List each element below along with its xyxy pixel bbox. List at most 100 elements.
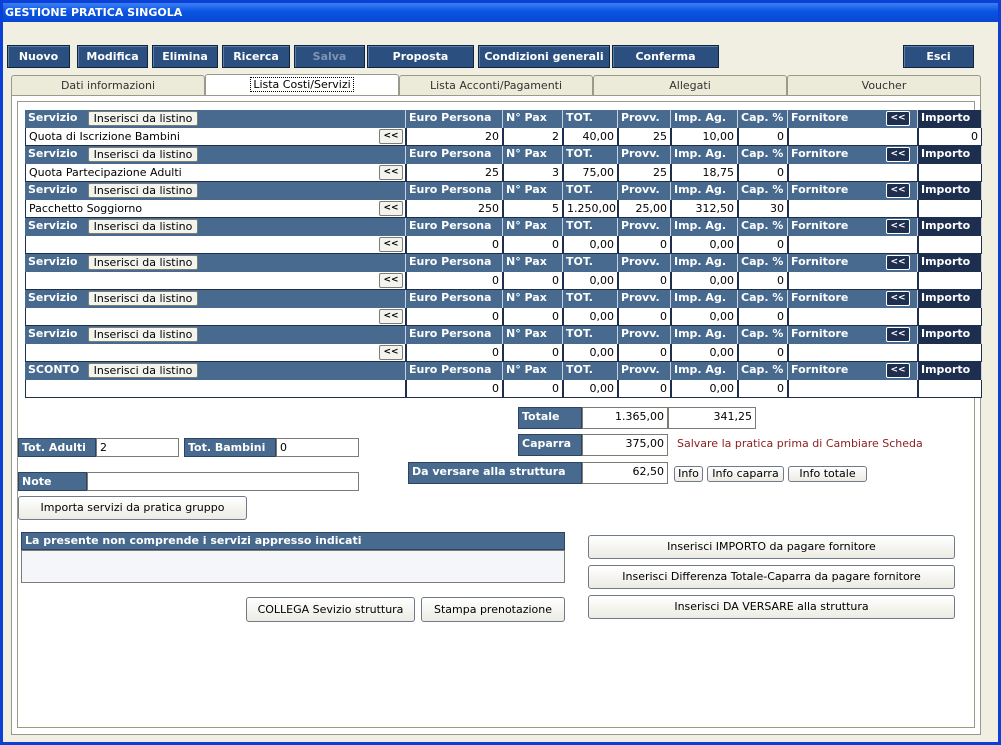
info-totale-button[interactable]: Info totale <box>788 466 867 482</box>
fornitore-select-button[interactable]: << <box>886 183 910 198</box>
n-pax-cell[interactable]: 0 <box>503 344 563 362</box>
n-pax-cell[interactable]: 0 <box>503 272 563 290</box>
fornitore-cell[interactable] <box>788 272 918 290</box>
servizio-select-button[interactable]: << <box>379 201 403 216</box>
caparra-field[interactable]: 375,00 <box>582 434 668 456</box>
inserisci-da-listino-button[interactable]: Inserisci da listino <box>88 219 198 234</box>
fornitore-cell[interactable] <box>788 344 918 362</box>
nuovo-button[interactable]: Nuovo <box>7 45 70 68</box>
fornitore-select-button[interactable]: << <box>886 363 910 378</box>
salva-button[interactable]: Salva <box>294 45 365 68</box>
provv-cell[interactable]: 0 <box>618 380 671 398</box>
inserisci-da-listino-button[interactable]: Inserisci da listino <box>88 111 198 126</box>
servizio-select-button[interactable]: << <box>379 309 403 324</box>
cap-cell[interactable]: 0 <box>738 128 788 146</box>
tot-cell[interactable]: 40,00 <box>563 128 618 146</box>
imp-ag-cell[interactable]: 312,50 <box>671 200 738 218</box>
condizioni-generali-button[interactable]: Condizioni generali <box>478 45 610 68</box>
euro-persona-cell[interactable]: 0 <box>406 236 503 254</box>
imp-ag-cell[interactable]: 0,00 <box>671 344 738 362</box>
inserisci-da-listino-button[interactable]: Inserisci da listino <box>88 147 198 162</box>
proposta-button[interactable]: Proposta <box>367 45 474 68</box>
servizio-select-button[interactable]: << <box>379 165 403 180</box>
esci-button[interactable]: Esci <box>903 45 974 68</box>
tot-cell[interactable]: 0,00 <box>563 236 618 254</box>
euro-persona-cell[interactable]: 0 <box>406 344 503 362</box>
cap-cell[interactable]: 0 <box>738 380 788 398</box>
euro-persona-cell[interactable]: 25 <box>406 164 503 182</box>
fornitore-select-button[interactable]: << <box>886 147 910 162</box>
provv-cell[interactable]: 0 <box>618 308 671 326</box>
servizio-name-cell[interactable]: Pacchetto Soggiorno <box>25 200 406 218</box>
fornitore-select-button[interactable]: << <box>886 291 910 306</box>
imp-ag-cell[interactable]: 0,00 <box>671 380 738 398</box>
fornitore-cell[interactable] <box>788 128 918 146</box>
servizio-select-button[interactable]: << <box>379 273 403 288</box>
euro-persona-cell[interactable]: 0 <box>406 272 503 290</box>
imp-ag-cell[interactable]: 18,75 <box>671 164 738 182</box>
imp-ag-cell[interactable]: 0,00 <box>671 308 738 326</box>
inserisci-da-listino-button[interactable]: Inserisci da listino <box>88 183 198 198</box>
tab-voucher[interactable]: Voucher <box>787 75 981 96</box>
n-pax-cell[interactable]: 0 <box>503 236 563 254</box>
provv-cell[interactable]: 25 <box>618 164 671 182</box>
provv-cell[interactable]: 25 <box>618 128 671 146</box>
importo-cell[interactable] <box>918 164 982 182</box>
fornitore-select-button[interactable]: << <box>886 111 910 126</box>
servizio-name-cell[interactable] <box>25 308 406 326</box>
provv-cell[interactable]: 0 <box>618 272 671 290</box>
provv-cell[interactable]: 0 <box>618 344 671 362</box>
euro-persona-cell[interactable]: 20 <box>406 128 503 146</box>
non-comprende-field[interactable] <box>21 550 565 583</box>
da-versare-field[interactable]: 62,50 <box>582 462 668 484</box>
servizio-select-button[interactable]: << <box>379 237 403 252</box>
tab-lista-acconti-pagamenti[interactable]: Lista Acconti/Pagamenti <box>399 75 593 96</box>
importo-cell[interactable] <box>918 200 982 218</box>
cap-cell[interactable]: 0 <box>738 164 788 182</box>
euro-persona-cell[interactable]: 250 <box>406 200 503 218</box>
tot-cell[interactable]: 75,00 <box>563 164 618 182</box>
euro-persona-cell[interactable]: 0 <box>406 380 503 398</box>
euro-persona-cell[interactable]: 0 <box>406 308 503 326</box>
fornitore-cell[interactable] <box>788 164 918 182</box>
inserisci-importo-button[interactable]: Inserisci IMPORTO da pagare fornitore <box>588 535 955 559</box>
totale-field[interactable]: 1.365,00 <box>582 407 668 429</box>
tot-cell[interactable]: 0,00 <box>563 380 618 398</box>
tot-cell[interactable]: 0,00 <box>563 344 618 362</box>
elimina-button[interactable]: Elimina <box>152 45 218 68</box>
conferma-button[interactable]: Conferma <box>612 45 719 68</box>
inserisci-da-versare-button[interactable]: Inserisci DA VERSARE alla struttura <box>588 595 955 619</box>
inserisci-da-listino-button[interactable]: Inserisci da listino <box>88 291 198 306</box>
tot-adulti-field[interactable]: 2 <box>96 438 179 457</box>
importo-cell[interactable] <box>918 380 982 398</box>
fornitore-select-button[interactable]: << <box>886 255 910 270</box>
cap-cell[interactable]: 0 <box>738 308 788 326</box>
info-button[interactable]: Info <box>674 466 703 482</box>
inserisci-differenza-button[interactable]: Inserisci Differenza Totale-Caparra da p… <box>588 565 955 589</box>
tab-allegati[interactable]: Allegati <box>593 75 787 96</box>
n-pax-cell[interactable]: 0 <box>503 308 563 326</box>
n-pax-cell[interactable]: 5 <box>503 200 563 218</box>
servizio-name-cell[interactable] <box>25 380 406 398</box>
imp-ag-cell[interactable]: 0,00 <box>671 236 738 254</box>
inserisci-da-listino-button[interactable]: Inserisci da listino <box>88 255 198 270</box>
cap-cell[interactable]: 0 <box>738 344 788 362</box>
imp-ag-cell[interactable]: 10,00 <box>671 128 738 146</box>
info-caparra-button[interactable]: Info caparra <box>707 466 784 482</box>
importo-cell[interactable] <box>918 344 982 362</box>
fornitore-select-button[interactable]: << <box>886 327 910 342</box>
imp-ag-cell[interactable]: 0,00 <box>671 272 738 290</box>
provv-cell[interactable]: 0 <box>618 236 671 254</box>
fornitore-cell[interactable] <box>788 236 918 254</box>
tot-bambini-field[interactable]: 0 <box>276 438 359 457</box>
servizio-name-cell[interactable]: Quota Partecipazione Adulti <box>25 164 406 182</box>
importo-cell[interactable] <box>918 236 982 254</box>
tab-dati-informazioni[interactable]: Dati informazioni <box>11 75 205 96</box>
importo-cell[interactable] <box>918 272 982 290</box>
fornitore-cell[interactable] <box>788 380 918 398</box>
inserisci-da-listino-button[interactable]: Inserisci da listino <box>88 327 198 342</box>
note-field[interactable] <box>87 472 359 491</box>
fornitore-cell[interactable] <box>788 200 918 218</box>
servizio-name-cell[interactable]: Quota di Iscrizione Bambini <box>25 128 406 146</box>
collega-servizio-button[interactable]: COLLEGA Sevizio struttura <box>246 597 415 622</box>
